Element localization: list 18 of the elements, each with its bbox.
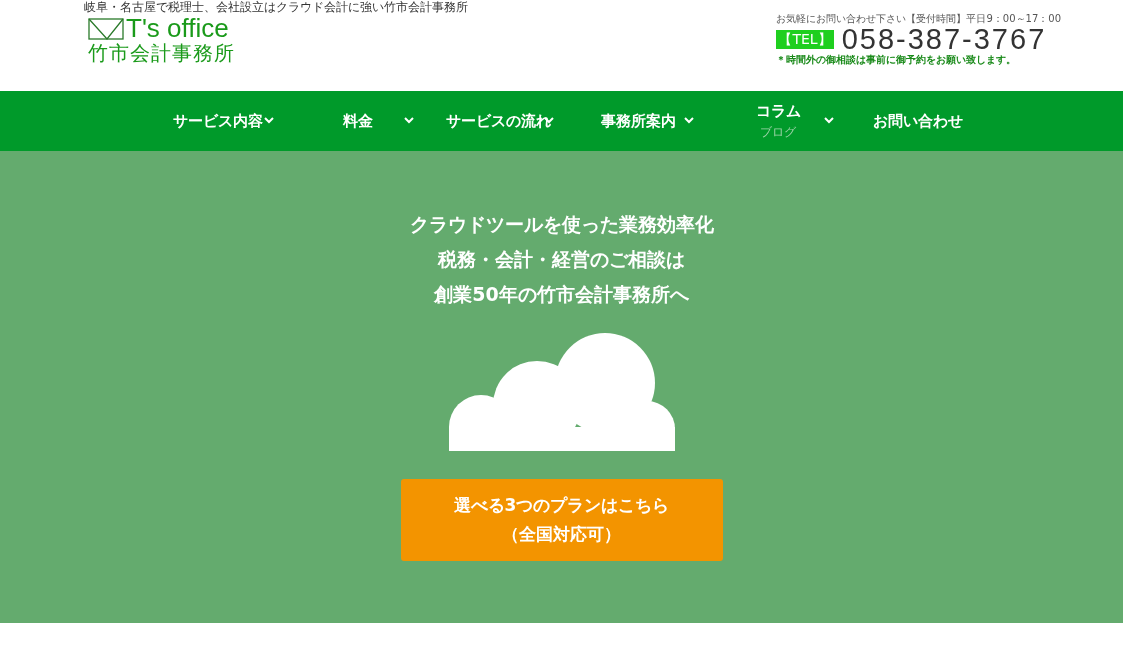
business-hours: お気軽にお問い合わせ下さい【受付時間】平日9：00～17：00 bbox=[776, 12, 1061, 25]
nav-item[interactable]: コラム ブログ bbox=[708, 91, 848, 151]
hero-headline: 税務・会計・経営のご相談は bbox=[438, 247, 685, 272]
nav-item[interactable]: 事務所案内 bbox=[568, 91, 708, 151]
contact-note: ＊時間外の御相談は事前に御予約をお願い致します。 bbox=[776, 53, 1017, 66]
site-logo[interactable]: T's office 竹市会計事務所 bbox=[88, 16, 468, 66]
nav-item[interactable]: サービスの流れ bbox=[428, 91, 568, 151]
nav-item[interactable]: 料金 bbox=[288, 91, 428, 151]
nav-item[interactable]: お問い合わせ bbox=[848, 91, 988, 151]
hero-headline: クラウドツールを使った業務効率化 bbox=[409, 212, 714, 237]
envelope-icon bbox=[88, 18, 124, 40]
plans-button[interactable]: 選べる3つのプランはこちら （全国対応可） bbox=[400, 479, 723, 561]
site-tagline: 岐阜・名古屋で税理士、会社設立はクラウド会計に強い竹市会計事務所 bbox=[84, 0, 468, 14]
cloud-icon bbox=[448, 333, 675, 451]
phone-number[interactable]: 058-387-3767 bbox=[841, 25, 1047, 53]
nav-item[interactable]: サービス内容 bbox=[148, 91, 288, 151]
hero-headline: 創業50年の竹市会計事務所へ bbox=[434, 282, 689, 307]
tel-label: 【TEL】 bbox=[776, 29, 834, 49]
